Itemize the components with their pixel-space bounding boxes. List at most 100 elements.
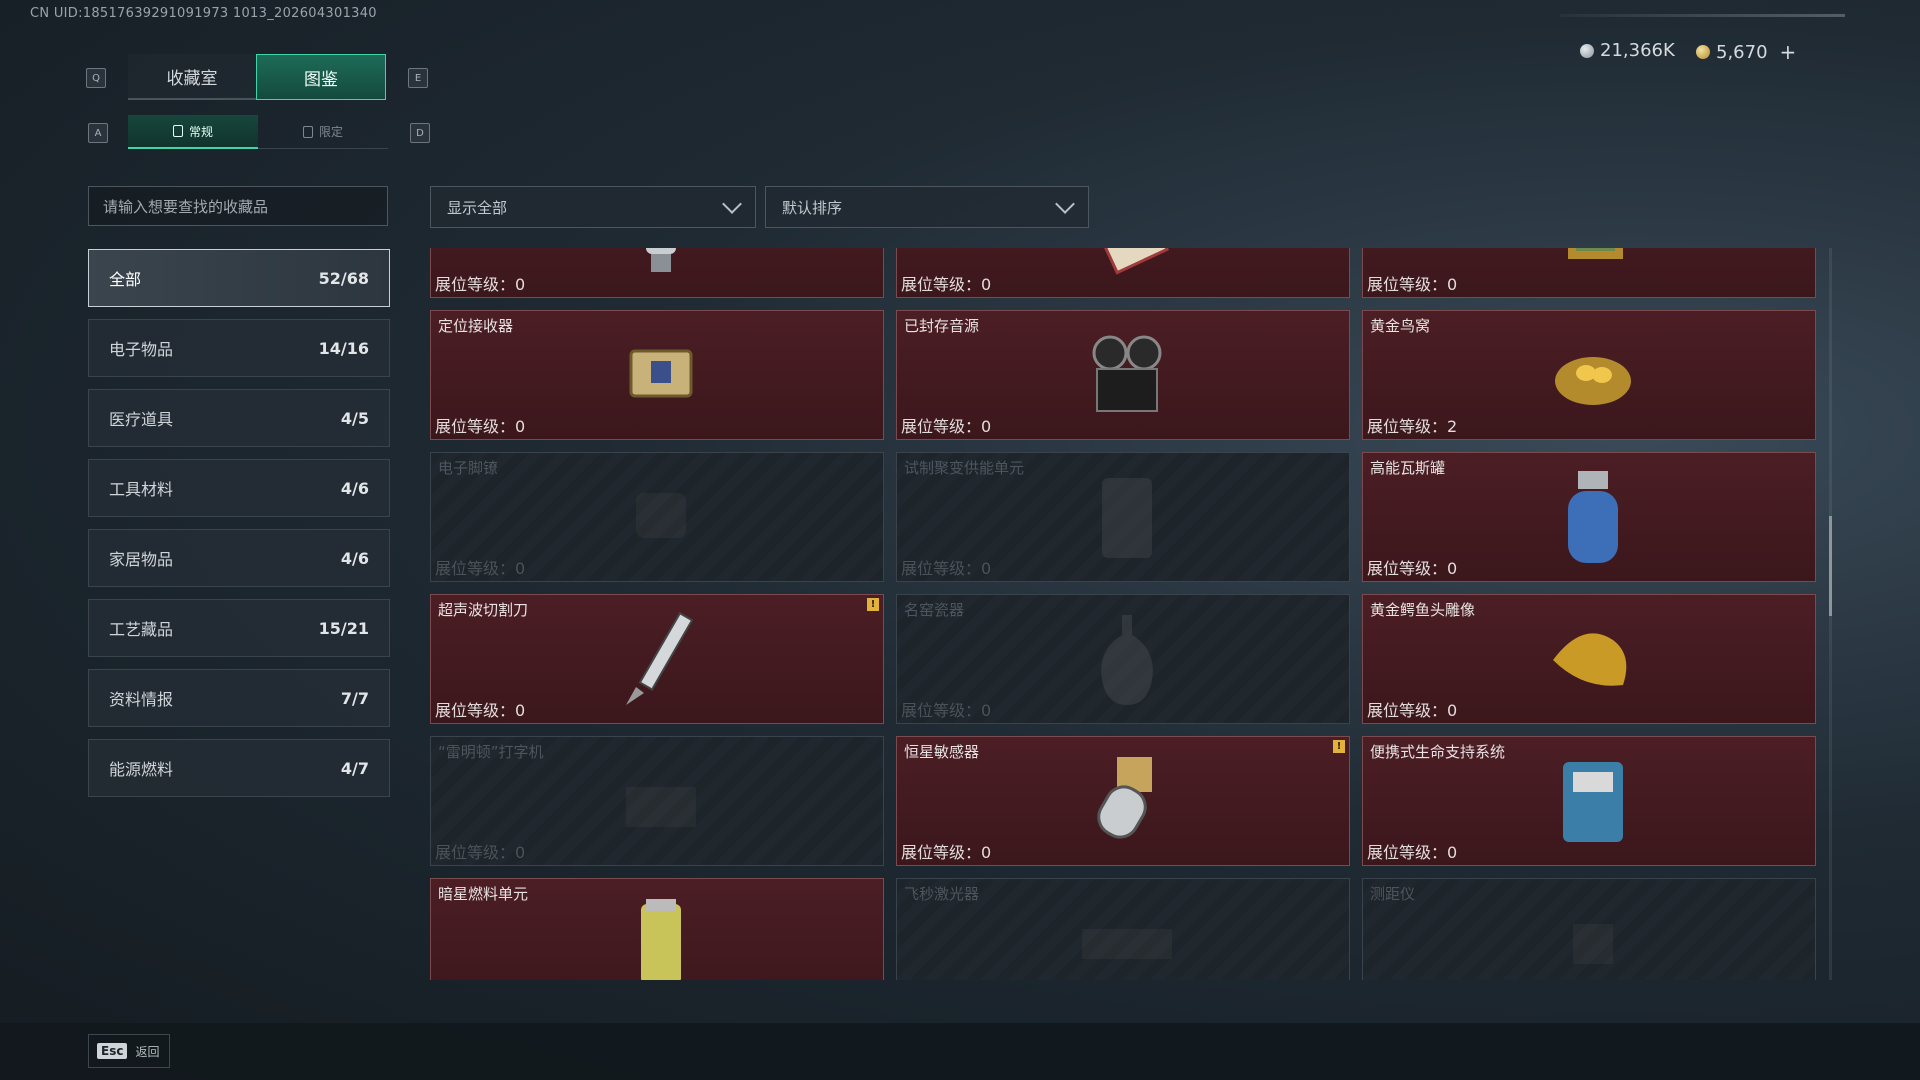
item-name: 定位接收器: [438, 317, 514, 335]
collection-card[interactable]: 飞秒激光器: [896, 878, 1350, 980]
level-prefix: 展位等级：: [435, 275, 516, 294]
fusion-unit-icon: [1072, 463, 1182, 573]
level-value: 0: [981, 701, 992, 720]
level-prefix: 展位等级：: [901, 843, 982, 862]
map-scroll-icon: [1072, 248, 1182, 289]
level-prefix: 展位等级：: [1367, 701, 1448, 720]
collection-card[interactable]: 超声波切割刀 展位等级：0!: [430, 594, 884, 724]
item-name: 测距仪: [1370, 885, 1416, 903]
level-prefix: 展位等级：: [435, 417, 516, 436]
category-count: 4/5: [340, 408, 369, 428]
category-item[interactable]: 工具材料 4/6: [88, 459, 390, 517]
category-item[interactable]: 电子物品 14/16: [88, 319, 390, 377]
item-grid: 展位等级：0 展位等级：0 展位等级：0 定位接收器 展位等级：0 已封存音源 展位等级：0…: [430, 248, 1820, 980]
category-item[interactable]: 医疗道具 4/5: [88, 389, 390, 447]
show-filter-value: 显示全部: [447, 198, 508, 217]
item-name: 便携式生命支持系统: [1370, 743, 1506, 761]
collection-card[interactable]: 试制聚变供能单元 展位等级：0: [896, 452, 1350, 582]
item-name: 高能瓦斯罐: [1370, 459, 1446, 477]
level-prefix: 展位等级：: [901, 275, 982, 294]
collection-card[interactable]: 展位等级：0: [1362, 248, 1816, 298]
item-name: 黄金鸟窝: [1370, 317, 1431, 335]
category-item[interactable]: 工艺藏品 15/21: [88, 599, 390, 657]
level-prefix: 展位等级：: [1367, 275, 1448, 294]
category-item[interactable]: 资料情报 7/7: [88, 669, 390, 727]
category-count: 14/16: [318, 338, 369, 358]
item-level: 展位等级：2: [1367, 413, 1457, 437]
key-e-hint: E: [408, 68, 428, 88]
item-level: 展位等级：0: [1367, 697, 1457, 721]
item-name: 已封存音源: [904, 317, 980, 335]
category-item[interactable]: 家居物品 4/6: [88, 529, 390, 587]
silver-amount: 21,366K: [1600, 40, 1675, 61]
item-name: 超声波切割刀: [438, 601, 529, 619]
sort-dropdown[interactable]: 默认排序: [765, 186, 1089, 228]
category-item[interactable]: 能源燃料 4/7: [88, 739, 390, 797]
item-level: 展位等级：0: [1367, 555, 1457, 579]
back-button[interactable]: Esc 返回: [88, 1034, 170, 1068]
collection-card[interactable]: 测距仪: [1362, 878, 1816, 980]
item-level: 展位等级：0: [901, 555, 991, 579]
level-value: 0: [1447, 843, 1458, 862]
item-name: “雷明顿”打字机: [438, 743, 544, 761]
sub-tabs: 常规 限定: [128, 115, 388, 149]
porcelain-vase-icon: [1072, 605, 1182, 715]
item-level: 展位等级：0: [435, 271, 525, 295]
level-value: 0: [981, 559, 992, 578]
regular-icon: [172, 125, 183, 137]
tab-collection-room[interactable]: 收藏室: [128, 54, 256, 100]
collection-card[interactable]: 黄金鳄鱼头雕像 展位等级：0: [1362, 594, 1816, 724]
item-level: 展位等级：0: [1367, 839, 1457, 863]
category-label: 电子物品: [109, 340, 174, 359]
level-value: 0: [515, 275, 526, 294]
subtab-limited[interactable]: 限定: [258, 115, 388, 149]
item-level: 展位等级：0: [901, 839, 991, 863]
item-level: 展位等级：0: [435, 413, 525, 437]
collection-card[interactable]: 便携式生命支持系统展位等级：0: [1362, 736, 1816, 866]
level-prefix: 展位等级：: [901, 559, 982, 578]
search-input[interactable]: 请输入想要查找的收藏品: [88, 186, 388, 226]
item-name: 电子脚镣: [438, 459, 499, 477]
life-support-icon: [1538, 747, 1648, 857]
scrollbar-thumb[interactable]: [1829, 516, 1832, 616]
level-prefix: 展位等级：: [435, 559, 516, 578]
gas-canister-icon: [1538, 463, 1648, 573]
item-name: 暗星燃料单元: [438, 885, 529, 903]
category-item[interactable]: 全部 52/68: [88, 249, 390, 307]
level-value: 0: [515, 417, 526, 436]
framed-painting-icon: [1538, 248, 1648, 289]
silver-coin-icon: [1580, 43, 1594, 58]
level-prefix: 展位等级：: [1367, 417, 1448, 436]
collection-card[interactable]: 名窑瓷器展位等级：0: [896, 594, 1350, 724]
subtab-regular[interactable]: 常规: [128, 115, 258, 149]
item-level: 展位等级：0: [1367, 271, 1457, 295]
category-label: 能源燃料: [109, 760, 174, 779]
main-tabs: 收藏室 图鉴: [128, 54, 386, 100]
collection-card[interactable]: 高能瓦斯罐展位等级：0: [1362, 452, 1816, 582]
collection-card[interactable]: 已封存音源 展位等级：0: [896, 310, 1350, 440]
collection-card[interactable]: 定位接收器展位等级：0: [430, 310, 884, 440]
collection-card[interactable]: 恒星敏感器 展位等级：0!: [896, 736, 1350, 866]
collection-card[interactable]: “雷明顿”打字机展位等级：0: [430, 736, 884, 866]
sort-value: 默认排序: [782, 198, 843, 217]
typewriter-icon: [606, 747, 716, 857]
collection-card[interactable]: 展位等级：0: [430, 248, 884, 298]
show-filter-dropdown[interactable]: 显示全部: [430, 186, 756, 228]
item-name: 名窑瓷器: [904, 601, 965, 619]
ankle-monitor-icon: [606, 463, 716, 573]
reel-recorder-icon: [1072, 321, 1182, 431]
tab-codex[interactable]: 图鉴: [256, 54, 386, 100]
item-level: 展位等级：0: [901, 697, 991, 721]
collection-card[interactable]: 暗星燃料单元: [430, 878, 884, 980]
header-divider: [1560, 14, 1845, 17]
category-label: 工艺藏品: [109, 620, 174, 639]
add-currency-button[interactable]: +: [1780, 40, 1797, 64]
level-value: 0: [981, 843, 992, 862]
category-label: 资料情报: [109, 690, 174, 709]
collection-card[interactable]: 电子脚镣 展位等级：0: [430, 452, 884, 582]
item-level: 展位等级：0: [435, 839, 525, 863]
item-level: 展位等级：0: [435, 697, 525, 721]
collection-card[interactable]: 黄金鸟窝展位等级：2: [1362, 310, 1816, 440]
collection-card[interactable]: 展位等级：0: [896, 248, 1350, 298]
level-prefix: 展位等级：: [435, 843, 516, 862]
